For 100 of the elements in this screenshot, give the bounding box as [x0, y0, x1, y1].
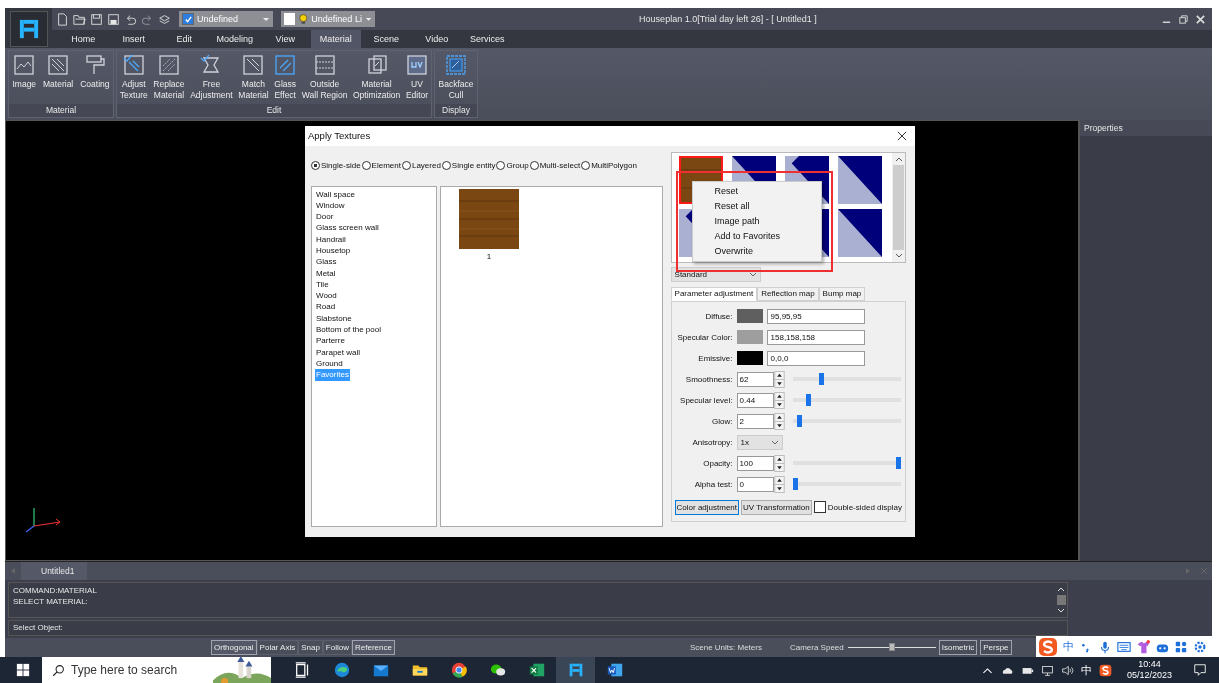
ribbon-button[interactable]: Material: [42, 54, 75, 104]
tab[interactable]: Bump map: [818, 286, 866, 301]
ribbon-tab[interactable]: Home: [58, 30, 109, 48]
tab[interactable]: Parameter adjustment: [670, 286, 758, 301]
clock-time[interactable]: 10:44: [1138, 659, 1161, 670]
list-item[interactable]: Metal: [315, 267, 337, 279]
view-button[interactable]: Perspe: [980, 640, 1012, 656]
list-item[interactable]: Housetop: [315, 245, 352, 257]
microphone-icon[interactable]: [1098, 639, 1112, 654]
menu-item[interactable]: Image path: [692, 213, 760, 229]
radio-button[interactable]: Multi-select: [529, 161, 581, 170]
ribbon-button[interactable]: UV Editor: [404, 54, 430, 104]
ribbon-tab[interactable]: Modeling: [209, 30, 260, 48]
list-item[interactable]: Slabstone: [315, 312, 353, 325]
ime-logo-icon[interactable]: [1098, 663, 1112, 677]
spinner-icon[interactable]: [773, 370, 785, 388]
button[interactable]: Color adjustment: [674, 499, 740, 515]
new-file-icon[interactable]: [56, 12, 69, 26]
spinner-icon[interactable]: [773, 412, 785, 430]
material-thumbnail[interactable]: [837, 155, 882, 204]
slider-thumb[interactable]: [819, 373, 825, 385]
list-item[interactable]: Bottom of the pool: [315, 324, 382, 336]
settings-icon[interactable]: [1193, 639, 1207, 654]
input-field[interactable]: 0,0,0: [766, 350, 865, 366]
ribbon-button[interactable]: Image: [11, 54, 38, 104]
ribbon-button[interactable]: Replace Material: [152, 54, 186, 104]
list-item[interactable]: Door: [315, 211, 335, 223]
dropdown[interactable]: 1x: [736, 434, 783, 450]
command-input[interactable]: Select Object:: [8, 620, 1068, 637]
list-item[interactable]: Wall space: [315, 188, 356, 200]
menu-item[interactable]: Overwrite: [692, 243, 754, 259]
slider-thumb[interactable]: [796, 415, 802, 427]
radio-button[interactable]: Single-side: [311, 161, 361, 170]
list-item[interactable]: Glass screen wall: [315, 222, 380, 234]
notification-icon[interactable]: [1193, 663, 1207, 677]
menu-item[interactable]: Reset: [692, 183, 739, 199]
ribbon-tab[interactable]: Edit: [159, 30, 210, 48]
slider-thumb[interactable]: [895, 457, 901, 469]
keyboard-icon[interactable]: [1117, 639, 1131, 654]
open-folder-icon[interactable]: [73, 12, 86, 26]
search-field[interactable]: Type here to search: [42, 657, 271, 683]
list-item[interactable]: Tile: [315, 278, 330, 291]
restore-icon[interactable]: [1178, 13, 1189, 25]
color-swatch[interactable]: [736, 309, 763, 323]
list-item[interactable]: Glass: [315, 256, 338, 268]
input-field[interactable]: 158,158,158: [766, 329, 865, 345]
list-item[interactable]: Road: [315, 301, 337, 313]
browser-icon[interactable]: [332, 661, 351, 679]
radio-button[interactable]: Single entity: [441, 161, 496, 170]
slider-thumb[interactable]: [792, 478, 798, 490]
ribbon-button[interactable]: Material Optimization: [352, 54, 402, 104]
color-swatch[interactable]: [736, 351, 763, 365]
slider-thumb[interactable]: [888, 643, 895, 652]
checkbox[interactable]: Double-sided display: [813, 501, 902, 513]
ribbon-tab[interactable]: Services: [462, 30, 513, 48]
radio-button[interactable]: Element: [361, 161, 401, 170]
shirt-icon[interactable]: [1136, 639, 1150, 654]
document-tab[interactable]: Untitled1: [21, 562, 87, 581]
list-item[interactable]: Parterre: [315, 335, 346, 347]
input-mode[interactable]: 中: [1080, 662, 1092, 678]
material-thumbnail[interactable]: [837, 208, 882, 257]
number-field[interactable]: 0: [736, 476, 774, 492]
ribbon-button[interactable]: Adjust Texture: [118, 54, 149, 104]
undo-icon[interactable]: [124, 12, 137, 26]
menu-item[interactable]: Reset all: [692, 198, 750, 214]
ribbon-tab[interactable]: Scene: [361, 30, 412, 48]
chrome-icon[interactable]: [449, 661, 468, 679]
clock-date[interactable]: 05/12/2023: [1126, 670, 1172, 681]
number-field[interactable]: 0.44: [736, 392, 774, 408]
texture-swatch[interactable]: [459, 188, 519, 249]
spinner-icon[interactable]: [773, 475, 785, 493]
number-field[interactable]: 2: [736, 413, 774, 429]
list-item[interactable]: Wood: [315, 290, 338, 302]
number-field[interactable]: 62: [736, 371, 774, 387]
ribbon-tab[interactable]: Material: [310, 30, 361, 48]
chevron-down-icon[interactable]: [893, 251, 904, 260]
input-mode[interactable]: 中: [1063, 639, 1074, 654]
list-item[interactable]: Window: [315, 199, 346, 212]
scrollbar[interactable]: [892, 152, 905, 262]
save-as-icon[interactable]: [107, 12, 120, 26]
word-icon[interactable]: [605, 661, 624, 679]
ribbon-button[interactable]: Match Material: [237, 54, 270, 104]
ribbon-button[interactable]: Backface Cull: [437, 54, 475, 104]
radio-button[interactable]: MultiPolygon: [581, 161, 637, 170]
app-logo-icon[interactable]: [10, 11, 48, 47]
viewport[interactable]: [5, 119, 1079, 562]
volume-icon[interactable]: [1060, 663, 1074, 677]
toggle-button[interactable]: Follow: [322, 640, 352, 656]
button[interactable]: UV Transformation: [741, 499, 812, 515]
spinner-icon[interactable]: [773, 454, 785, 472]
stack-icon[interactable]: [158, 12, 171, 26]
toggle-button[interactable]: Polar Axis: [256, 640, 299, 656]
list-item[interactable]: Ground: [315, 357, 344, 370]
network-icon[interactable]: [1040, 663, 1054, 677]
toggle-button[interactable]: Reference: [352, 640, 395, 656]
ribbon-button[interactable]: Free Adjustment: [189, 54, 234, 104]
radio-button[interactable]: Layered: [401, 161, 441, 170]
list-item[interactable]: Parapet wall: [315, 346, 362, 358]
save-icon[interactable]: [90, 12, 103, 26]
view-button[interactable]: Isometric: [938, 640, 978, 656]
